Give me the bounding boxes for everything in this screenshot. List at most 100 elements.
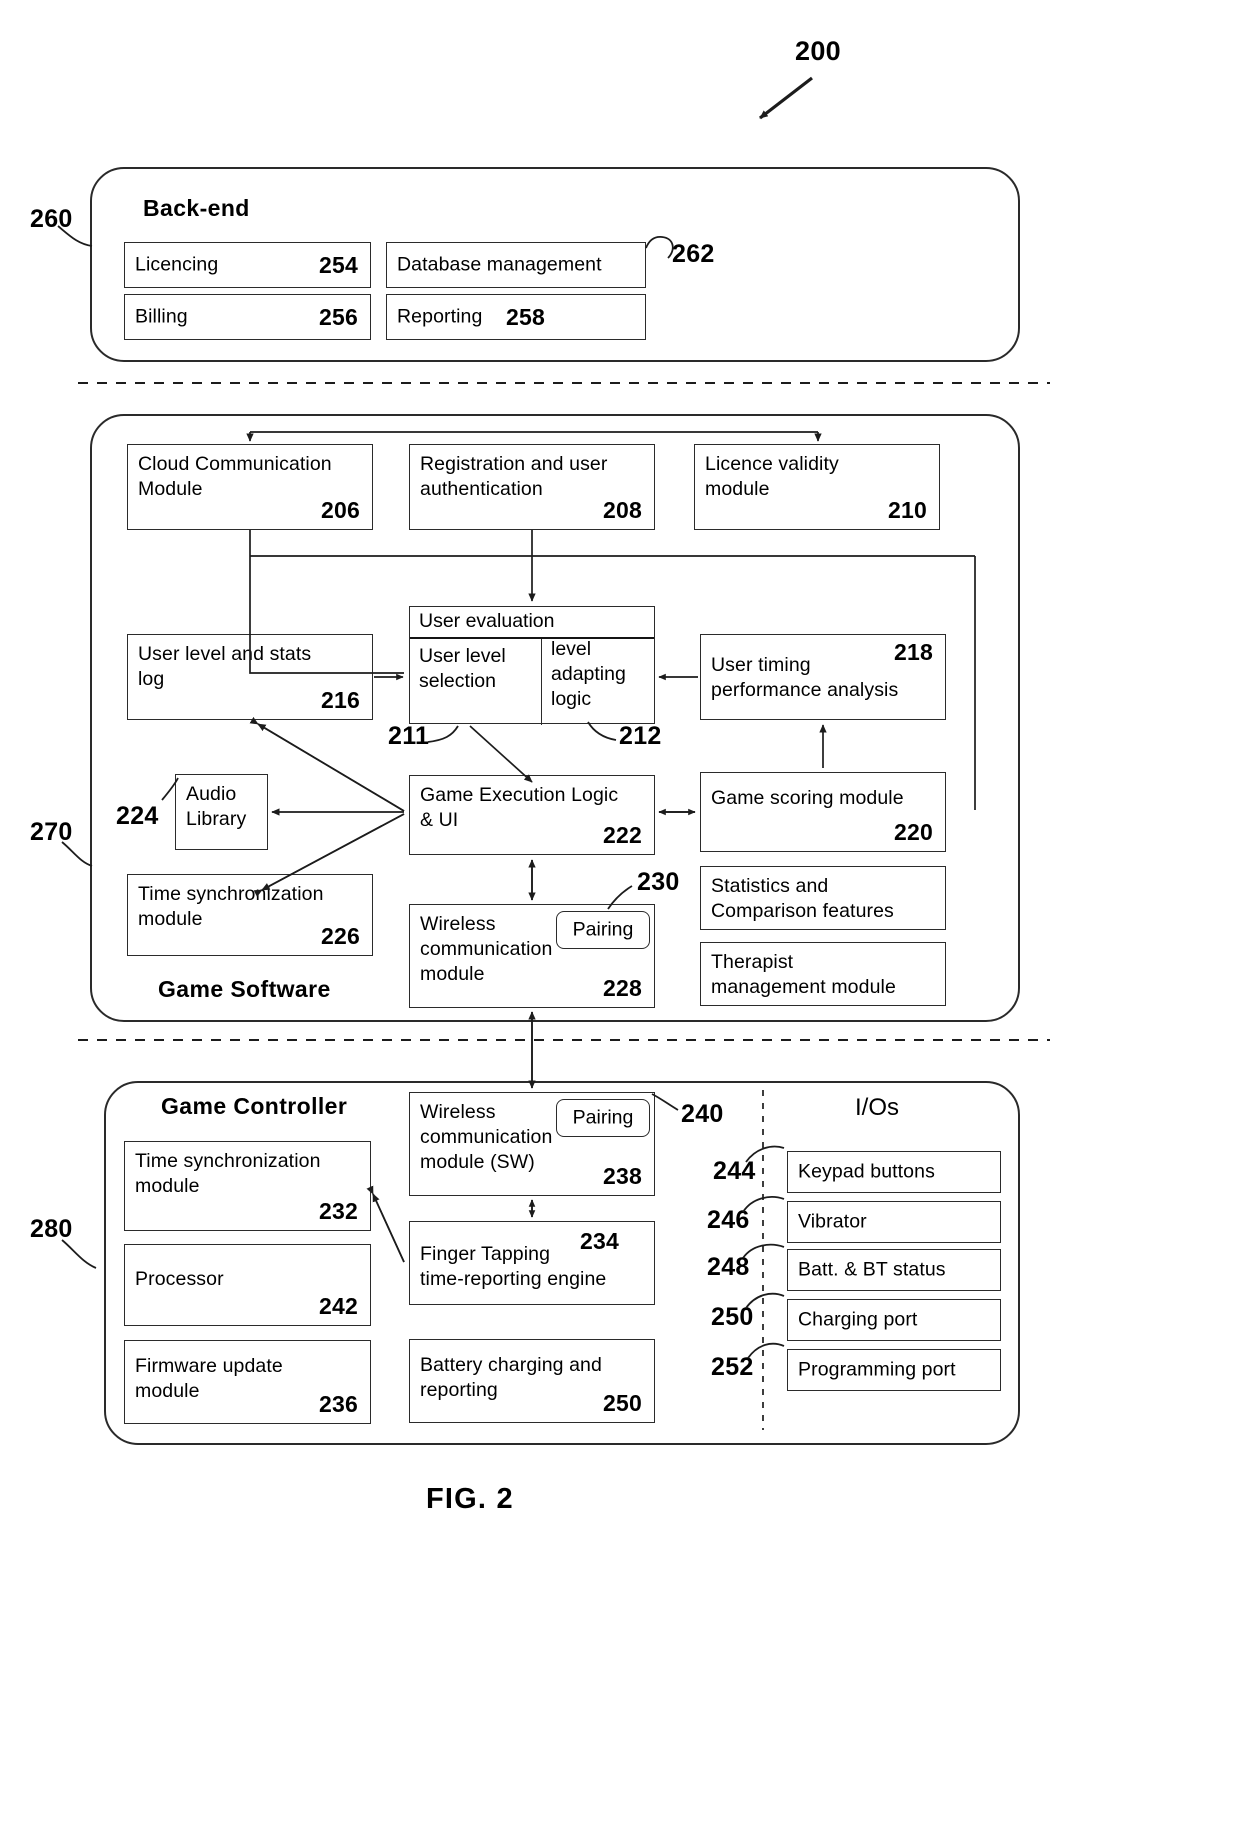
audio-library-ref-224: 224 xyxy=(116,802,159,830)
backend-module-billing-num: 256 xyxy=(319,304,358,330)
pairing-button-software[interactable]: Pairing xyxy=(556,911,650,949)
module-registration-authentication-num: 208 xyxy=(603,497,642,523)
module-firmware-update[interactable]: Firmware update module 236 xyxy=(124,1340,371,1424)
module-game-execution-logic-ui-label: Game Execution Logic & UI xyxy=(420,784,619,831)
io-item-charging-port[interactable]: Charging port xyxy=(787,1299,1001,1341)
module-registration-authentication[interactable]: Registration and user authentication 208 xyxy=(409,444,655,530)
io-item-keypad-buttons-label: Keypad buttons xyxy=(798,1160,935,1183)
module-user-timing-performance-analysis-label: User timing performance analysis xyxy=(711,654,899,701)
module-battery-charging-reporting[interactable]: Battery charging and reporting 250 xyxy=(409,1339,655,1423)
io-ref-250: 250 xyxy=(711,1303,754,1331)
module-time-sync-controller-num: 232 xyxy=(319,1198,358,1224)
io-item-vibrator[interactable]: Vibrator xyxy=(787,1201,1001,1243)
module-wireless-communication-software-num: 228 xyxy=(603,975,642,1001)
backend-module-billing-label: Billing xyxy=(135,305,188,328)
module-finger-tapping-engine-num: 234 xyxy=(580,1228,619,1254)
level-adapting-logic-label: level adapting logic xyxy=(551,638,626,710)
module-cloud-communication-label: Cloud Communication Module xyxy=(138,453,332,500)
io-ref-252: 252 xyxy=(711,1353,754,1381)
module-statistics-comparison-label: Statistics and Comparison features xyxy=(711,875,894,922)
backend-module-licencing[interactable]: Licencing 254 xyxy=(124,242,371,288)
ios-title: I/Os xyxy=(855,1094,900,1121)
module-processor-label: Processor xyxy=(135,1268,224,1290)
module-battery-charging-reporting-label: Battery charging and reporting xyxy=(420,1354,602,1401)
module-statistics-comparison[interactable]: Statistics and Comparison features xyxy=(700,866,946,930)
backend-module-reporting-label: Reporting xyxy=(397,305,483,328)
module-therapist-management[interactable]: Therapist management module xyxy=(700,942,946,1006)
module-wireless-communication-controller[interactable]: Wireless communication module (SW) 238 P… xyxy=(409,1092,655,1196)
module-user-evaluation[interactable]: User evaluation User level selection lev… xyxy=(409,606,656,725)
backend-module-billing[interactable]: Billing 256 xyxy=(124,294,371,340)
module-audio-library[interactable]: Audio Library xyxy=(175,774,268,850)
module-user-timing-performance-analysis-num: 218 xyxy=(894,639,933,665)
module-time-sync-software-label: Time synchronization module xyxy=(138,883,324,930)
module-game-scoring[interactable]: Game scoring module 220 xyxy=(700,772,946,852)
pairing-button-controller-label: Pairing xyxy=(572,1106,634,1129)
user-evaluation-title: User evaluation xyxy=(419,610,555,632)
io-item-vibrator-label: Vibrator xyxy=(798,1210,867,1233)
backend-module-reporting[interactable]: Reporting 258 xyxy=(386,294,646,340)
module-finger-tapping-engine[interactable]: Finger Tapping time-reporting engine 234 xyxy=(409,1221,655,1305)
backend-module-database-management[interactable]: Database management xyxy=(386,242,646,288)
module-finger-tapping-engine-label: Finger Tapping time-reporting engine xyxy=(420,1243,607,1290)
user-evaluation-user-level-selection[interactable]: User level selection xyxy=(410,639,542,725)
io-item-keypad-buttons[interactable]: Keypad buttons xyxy=(787,1151,1001,1193)
backend-module-licencing-label: Licencing xyxy=(135,253,219,276)
database-management-ref-262: 262 xyxy=(672,240,715,268)
backend-module-database-management-label: Database management xyxy=(397,253,602,276)
backend-ref-260: 260 xyxy=(30,205,73,233)
module-game-scoring-num: 220 xyxy=(894,819,933,845)
system-ref-200: 200 xyxy=(795,36,841,66)
io-item-charging-port-label: Charging port xyxy=(798,1308,918,1331)
module-time-sync-controller[interactable]: Time synchronization module 232 xyxy=(124,1141,371,1231)
module-game-execution-logic-ui[interactable]: Game Execution Logic & UI 222 xyxy=(409,775,655,855)
module-time-sync-controller-label: Time synchronization module xyxy=(135,1150,321,1197)
backend-module-licencing-num: 254 xyxy=(319,252,358,278)
module-audio-library-label: Audio Library xyxy=(186,783,247,830)
module-wireless-communication-software[interactable]: Wireless communication module 228 Pairin… xyxy=(409,904,655,1008)
io-item-batt-bt-status[interactable]: Batt. & BT status xyxy=(787,1249,1001,1291)
module-time-sync-software-num: 226 xyxy=(321,923,360,949)
module-firmware-update-label: Firmware update module xyxy=(135,1355,283,1402)
io-ref-246: 246 xyxy=(707,1206,750,1234)
level-adapting-logic-ref-212: 212 xyxy=(619,722,662,750)
backend-title: Back-end xyxy=(143,195,250,221)
user-evaluation-title-bar: User evaluation xyxy=(410,607,654,639)
pairing-ref-240: 240 xyxy=(681,1100,724,1128)
io-item-programming-port[interactable]: Programming port xyxy=(787,1349,1001,1391)
io-item-programming-port-label: Programming port xyxy=(798,1358,956,1381)
module-game-scoring-label: Game scoring module xyxy=(711,787,904,809)
module-user-level-stats-log-label: User level and stats log xyxy=(138,643,312,690)
module-firmware-update-num: 236 xyxy=(319,1391,358,1417)
pairing-ref-230: 230 xyxy=(637,868,680,896)
module-processor-num: 242 xyxy=(319,1293,358,1319)
user-evaluation-level-adapting-logic[interactable]: level adapting logic xyxy=(542,638,656,725)
io-ref-244: 244 xyxy=(713,1157,756,1185)
module-cloud-communication-num: 206 xyxy=(321,497,360,523)
game-controller-title: Game Controller xyxy=(161,1093,348,1119)
user-level-selection-label: User level selection xyxy=(419,645,506,692)
module-therapist-management-label: Therapist management module xyxy=(711,951,896,998)
module-user-timing-performance-analysis[interactable]: User timing performance analysis 218 xyxy=(700,634,946,720)
module-user-level-stats-log[interactable]: User level and stats log 216 xyxy=(127,634,373,720)
game-software-title: Game Software xyxy=(158,976,331,1002)
module-cloud-communication[interactable]: Cloud Communication Module 206 xyxy=(127,444,373,530)
module-wireless-communication-controller-num: 238 xyxy=(603,1163,642,1189)
user-level-selection-ref-211: 211 xyxy=(388,722,430,750)
module-battery-charging-reporting-num: 250 xyxy=(603,1390,642,1416)
module-licence-validity-num: 210 xyxy=(888,497,927,523)
backend-module-reporting-num: 258 xyxy=(506,304,545,330)
io-ref-248: 248 xyxy=(707,1253,750,1281)
module-user-level-stats-log-num: 216 xyxy=(321,687,360,713)
io-item-batt-bt-status-label: Batt. & BT status xyxy=(798,1258,946,1281)
module-time-sync-software[interactable]: Time synchronization module 226 xyxy=(127,874,373,956)
module-licence-validity-label: Licence validity module xyxy=(705,453,839,500)
module-processor[interactable]: Processor 242 xyxy=(124,1244,371,1326)
pairing-button-software-label: Pairing xyxy=(572,918,634,941)
module-wireless-communication-controller-label: Wireless communication module (SW) xyxy=(420,1101,553,1173)
game-software-ref-270: 270 xyxy=(30,818,73,846)
pairing-button-controller[interactable]: Pairing xyxy=(556,1099,650,1137)
module-licence-validity[interactable]: Licence validity module 210 xyxy=(694,444,940,530)
patent-figure-canvas: 200 260 Back-end Licencing 254 Billing 2… xyxy=(0,0,1240,1824)
game-controller-ref-280: 280 xyxy=(30,1215,73,1243)
